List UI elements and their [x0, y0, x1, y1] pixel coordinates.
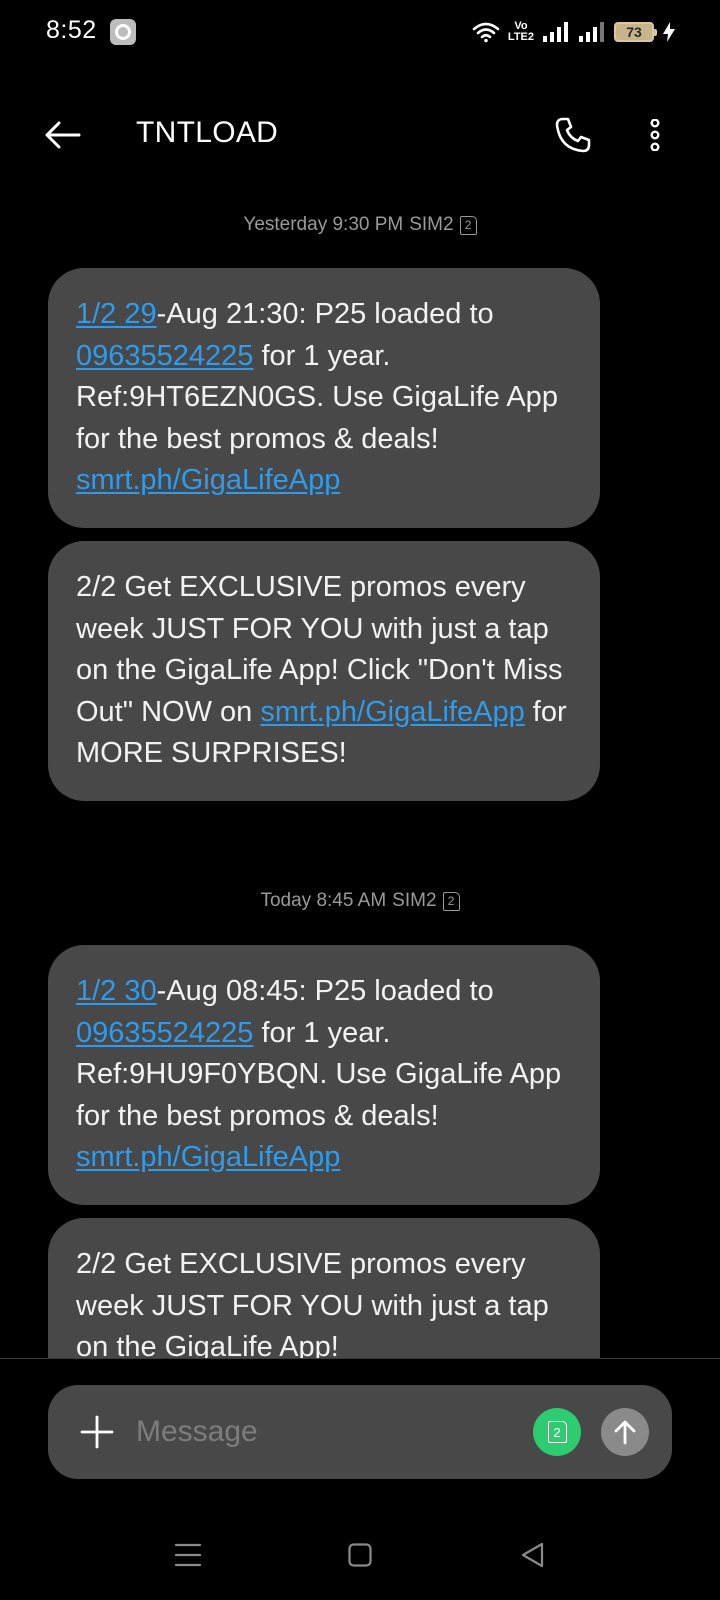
arrow-up-icon — [614, 1420, 636, 1445]
status-bar: 8:52 Vo LTE2 73 — [0, 0, 720, 64]
sim-number: 2 — [553, 1424, 561, 1440]
sim-label: SIM2 — [409, 214, 454, 235]
square-icon — [348, 1543, 372, 1567]
message-composer: 2 — [48, 1385, 672, 1479]
timestamp-text: Today 8:45 AM — [260, 890, 387, 911]
back-button[interactable] — [40, 112, 86, 158]
date-separator: Today 8:45 AM SIM2 2 — [0, 890, 720, 912]
message-input[interactable] — [136, 1409, 466, 1455]
sim-number: 2 — [464, 218, 472, 232]
status-icons: Vo LTE2 73 — [472, 18, 676, 46]
message-text: -Aug 21:30: P25 loaded to — [156, 298, 494, 330]
battery-level: 73 — [626, 24, 642, 40]
message-link[interactable]: 1/2 30 — [76, 975, 157, 1007]
arrow-back-icon — [45, 121, 81, 149]
sim-number: 2 — [447, 894, 455, 908]
timestamp-text: Yesterday 9:30 PM — [243, 214, 404, 235]
message-list[interactable]: Yesterday 9:30 PM SIM2 2 1/2 29-Aug 21:3… — [0, 200, 720, 1358]
message-text: -Aug 08:45: P25 loaded to — [156, 975, 494, 1007]
send-button[interactable] — [601, 1408, 649, 1456]
message-bubble[interactable]: 2/2 Get EXCLUSIVE promos every week JUST… — [48, 1218, 600, 1358]
volte-label-bottom: LTE2 — [507, 31, 534, 43]
message-text: 2/2 Get EXCLUSIVE promos every week JUST… — [76, 1248, 549, 1358]
notification-icon — [110, 19, 136, 45]
sim-card-icon: 2 — [459, 215, 477, 235]
sim-card-icon: 2 — [547, 1421, 567, 1443]
status-time: 8:52 — [46, 16, 97, 44]
more-vertical-icon — [650, 119, 660, 151]
signal-icon-sim2 — [579, 22, 604, 42]
plus-icon — [80, 1415, 114, 1449]
menu-icon — [175, 1543, 201, 1567]
sim-card-icon: 2 — [442, 891, 460, 911]
signal-icon-sim1 — [543, 22, 568, 42]
phone-icon — [555, 117, 591, 153]
back-nav-button[interactable] — [507, 1530, 557, 1580]
triangle-back-icon — [521, 1542, 544, 1568]
phone-number-link[interactable]: 09635524225 — [76, 340, 253, 372]
add-attachment-button[interactable] — [72, 1407, 122, 1457]
url-link[interactable]: smrt.ph/GigaLifeApp — [76, 1141, 340, 1173]
phone-number-link[interactable]: 09635524225 — [76, 1017, 253, 1049]
sim-select-button[interactable]: 2 — [533, 1408, 581, 1456]
message-bubble[interactable]: 2/2 Get EXCLUSIVE promos every week JUST… — [48, 541, 600, 801]
system-navigation-bar — [0, 1520, 720, 1590]
date-separator: Yesterday 9:30 PM SIM2 2 — [0, 214, 720, 236]
url-link[interactable]: smrt.ph/GigaLifeApp — [260, 696, 524, 728]
battery-icon: 73 — [614, 22, 657, 42]
more-options-button[interactable] — [632, 110, 678, 160]
message-bubble[interactable]: 1/2 30-Aug 08:45: P25 loaded to 09635524… — [48, 945, 600, 1205]
app-bar: TNTLOAD — [0, 96, 720, 174]
composer-divider — [0, 1358, 720, 1359]
charging-icon — [663, 22, 675, 42]
call-button[interactable] — [548, 110, 598, 160]
conversation-title: TNTLOAD — [136, 116, 279, 149]
volte-icon: Vo LTE2 — [508, 21, 534, 43]
sim-label: SIM2 — [392, 890, 437, 911]
wifi-icon — [472, 22, 500, 43]
home-button[interactable] — [335, 1530, 385, 1580]
message-link[interactable]: 1/2 29 — [76, 298, 157, 330]
recent-apps-button[interactable] — [163, 1530, 213, 1580]
message-bubble[interactable]: 1/2 29-Aug 21:30: P25 loaded to 09635524… — [48, 268, 600, 528]
url-link[interactable]: smrt.ph/GigaLifeApp — [76, 464, 340, 496]
